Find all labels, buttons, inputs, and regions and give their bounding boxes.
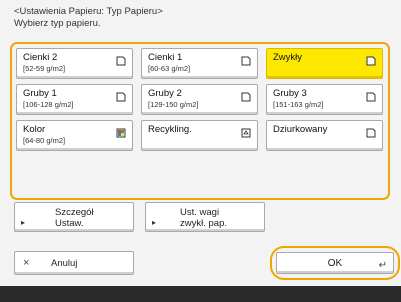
paper-type-weight: [52-59 g/m2] (23, 64, 66, 73)
paper-icon (366, 92, 376, 102)
paper-type-name: Gruby 3 (273, 88, 307, 99)
chevron-right-icon: ▸ (21, 218, 26, 227)
paper-type-weight: [60-63 g/m2] (148, 64, 191, 73)
ok-button[interactable]: OK ↵ (276, 252, 394, 274)
page-header: <Ustawienia Papieru: Typ Papieru> Wybier… (14, 6, 163, 30)
paper-icon (241, 92, 251, 102)
paper-type-name: Gruby 2 (148, 88, 182, 99)
page-instruction: Wybierz typ papieru. (14, 18, 101, 29)
paper-type-recykling[interactable]: Recykling. (141, 120, 258, 151)
paper-type-gruby-2[interactable]: Gruby 2 [129-150 g/m2] (141, 84, 258, 115)
paper-type-zwykly[interactable]: Zwykły (266, 48, 383, 79)
weight-label-line1: Ust. wagi (180, 207, 220, 218)
cancel-label: Anuluj (51, 258, 78, 269)
paper-type-weight: [151-163 g/m2] (273, 100, 324, 109)
paper-type-name: Zwykły (273, 52, 303, 63)
details-label-line2: Ustaw. (55, 218, 84, 229)
paper-type-gruby-1[interactable]: Gruby 1 [106-128 g/m2] (16, 84, 133, 115)
details-label-line1: Szczegół (55, 207, 94, 218)
ok-button-focus-ring: OK ↵ (270, 246, 400, 280)
page-title: <Ustawienia Papieru: Typ Papieru> (14, 6, 163, 17)
cancel-button[interactable]: × Anuluj (14, 251, 134, 275)
paper-type-name: Recykling. (148, 124, 192, 135)
paper-type-weight: [129-150 g/m2] (148, 100, 199, 109)
recycled-paper-icon (241, 128, 251, 138)
paper-icon (366, 56, 376, 66)
paper-type-name: Dziurkowany (273, 124, 328, 135)
paper-type-grid: Cienki 2 [52-59 g/m2] Cienki 1 [60-63 g/… (12, 44, 388, 198)
weight-label-line2: zwykł. pap. (180, 218, 227, 229)
paper-type-dziurkowany[interactable]: Dziurkowany (266, 120, 383, 151)
color-paper-icon (116, 128, 126, 138)
close-icon: × (23, 257, 30, 269)
paper-type-kolor[interactable]: Kolor [64-80 g/m2] (16, 120, 133, 151)
paper-icon (116, 56, 126, 66)
default-paper-weight-button[interactable]: Ust. wagi zwykł. pap. ▸ (145, 202, 265, 232)
paper-type-weight: [64-80 g/m2] (23, 136, 66, 145)
paper-type-name: Gruby 1 (23, 88, 57, 99)
paper-type-cienki-2[interactable]: Cienki 2 [52-59 g/m2] (16, 48, 133, 79)
paper-type-name: Kolor (23, 124, 46, 135)
paper-type-cienki-1[interactable]: Cienki 1 [60-63 g/m2] (141, 48, 258, 79)
paper-type-name: Cienki 2 (23, 52, 58, 63)
paper-type-weight: [106-128 g/m2] (23, 100, 74, 109)
paper-icon (366, 128, 376, 138)
bottom-bar (0, 286, 401, 302)
paper-icon (241, 56, 251, 66)
paper-type-panel: Cienki 2 [52-59 g/m2] Cienki 1 [60-63 g/… (10, 42, 390, 200)
paper-type-gruby-3[interactable]: Gruby 3 [151-163 g/m2] (266, 84, 383, 115)
paper-type-name: Cienki 1 (148, 52, 183, 63)
chevron-right-icon: ▸ (152, 218, 157, 227)
paper-icon (116, 92, 126, 102)
paper-details-button[interactable]: Szczegół Ustaw. ▸ (14, 202, 134, 232)
ok-label: OK (327, 258, 343, 269)
enter-icon: ↵ (378, 260, 387, 271)
